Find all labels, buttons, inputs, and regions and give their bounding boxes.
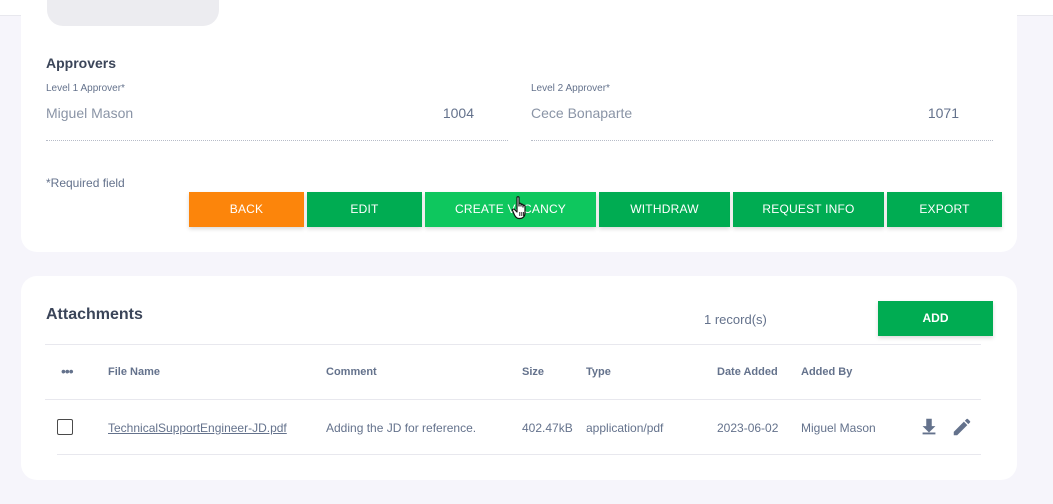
- more-options-icon[interactable]: •••: [61, 363, 74, 379]
- level2-approver-id: 1071: [927, 105, 959, 121]
- file-name-link[interactable]: TechnicalSupportEngineer-JD.pdf: [108, 421, 287, 435]
- level1-approver-name: Miguel Mason: [46, 105, 134, 121]
- size-cell: 402.47kB: [522, 421, 573, 435]
- type-cell: application/pdf: [586, 421, 664, 435]
- row-checkbox[interactable]: [57, 419, 73, 435]
- level2-approver-name: Cece Bonaparte: [531, 105, 633, 121]
- column-comment[interactable]: Comment: [326, 366, 377, 378]
- date-added-cell: 2023-06-02: [717, 421, 779, 435]
- required-field-note: *Required field: [46, 176, 125, 190]
- level1-approver-id: 1004: [442, 105, 474, 121]
- status-chip: [47, 0, 219, 26]
- requisition-details-card: Approvers Level 1 Approver* Miguel Mason…: [21, 0, 1017, 252]
- added-by-cell: Miguel Mason: [801, 421, 876, 435]
- download-icon[interactable]: [918, 416, 940, 438]
- withdraw-button[interactable]: WITHDRAW: [599, 192, 730, 227]
- column-date-added[interactable]: Date Added: [717, 366, 778, 378]
- attachments-title: Attachments: [46, 306, 143, 323]
- level1-approver-field[interactable]: Level 1 Approver* Miguel Mason 1004: [46, 83, 508, 141]
- hand-pointer-cursor-icon: [511, 196, 526, 220]
- level2-approver-label: Level 2 Approver*: [531, 83, 610, 94]
- column-type[interactable]: Type: [586, 366, 611, 378]
- back-button[interactable]: BACK: [189, 192, 304, 227]
- edit-pencil-icon[interactable]: [951, 416, 973, 438]
- column-added-by[interactable]: Added By: [801, 366, 852, 378]
- level1-approver-label: Level 1 Approver*: [46, 83, 125, 94]
- comment-cell: Adding the JD for reference.: [326, 421, 477, 435]
- approvers-title: Approvers: [46, 55, 117, 71]
- export-button[interactable]: EXPORT: [887, 192, 1002, 227]
- add-attachment-button[interactable]: ADD: [878, 301, 993, 336]
- attachments-card: Attachments 1 record(s) ADD ••• File Nam…: [21, 276, 1017, 480]
- records-count: 1 record(s): [704, 312, 767, 327]
- table-header: ••• File Name Comment Size Type Date Add…: [45, 344, 981, 400]
- column-file-name[interactable]: File Name: [108, 366, 160, 378]
- request-info-button[interactable]: REQUEST INFO: [733, 192, 884, 227]
- level2-approver-field[interactable]: Level 2 Approver* Cece Bonaparte 1071: [531, 83, 993, 141]
- table-row: TechnicalSupportEngineer-JD.pdf Adding t…: [57, 400, 981, 455]
- edit-button[interactable]: EDIT: [307, 192, 422, 227]
- column-size[interactable]: Size: [522, 366, 544, 378]
